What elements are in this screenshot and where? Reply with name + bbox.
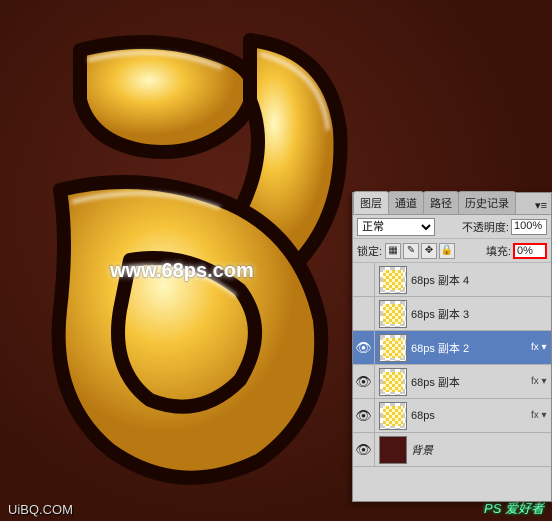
canvas-watermark: www.68ps.com [110,260,254,283]
panel-tabs: 图层 通道 路径 历史记录 ▾≡ [353,193,551,215]
fu-character-artwork [10,10,370,490]
layer-fx-toggle[interactable]: fx ▾ [531,410,551,421]
layer-thumbnail[interactable] [379,368,407,396]
lock-icons-group: ▦ ✎ ✥ 🔒 [385,243,455,259]
opacity-value[interactable]: 100% [511,219,547,235]
lock-pixels-icon[interactable]: ✎ [403,243,419,259]
site-watermark-left: UiBQ.COM [8,502,73,517]
visibility-toggle[interactable]: 👁 [353,365,375,398]
visibility-toggle[interactable]: 👁 [353,399,375,432]
layer-fx-toggle[interactable]: fx ▾ [531,376,551,387]
layer-fx-toggle[interactable]: fx ▾ [531,342,551,353]
eye-icon: 👁 [355,408,372,424]
layer-thumbnail[interactable] [379,402,407,430]
tab-layers[interactable]: 图层 [353,191,389,214]
layer-row[interactable]: 👁 68ps 副本 2fx ▾ [353,331,551,365]
layer-name-label[interactable]: 背景 [411,442,531,458]
layer-thumbnail[interactable] [379,266,407,294]
visibility-toggle[interactable] [353,297,375,330]
lock-all-icon[interactable]: 🔒 [439,243,455,259]
eye-icon: 👁 [355,442,372,458]
layer-row[interactable]: 👁 背景 [353,433,551,467]
layer-row[interactable]: 👁 68psfx ▾ [353,399,551,433]
blend-opacity-row: 正常 不透明度: 100% [353,215,551,239]
layer-name-label[interactable]: 68ps [411,410,531,422]
tab-paths[interactable]: 路径 [423,191,459,214]
visibility-toggle[interactable]: 👁 [353,433,375,466]
eye-icon: 👁 [355,374,372,390]
layer-thumbnail[interactable] [379,334,407,362]
lock-transparency-icon[interactable]: ▦ [385,243,401,259]
fill-value[interactable]: 0% [513,243,547,259]
visibility-toggle[interactable] [353,263,375,296]
layers-panel: 图层 通道 路径 历史记录 ▾≡ 正常 不透明度: 100% 锁定: ▦ ✎ ✥… [352,192,552,502]
layers-list[interactable]: 68ps 副本 468ps 副本 3👁68ps 副本 2fx ▾👁68ps 副本… [353,263,551,491]
layer-name-label[interactable]: 68ps 副本 2 [411,340,531,356]
visibility-toggle[interactable]: 👁 [353,331,375,364]
layer-thumbnail[interactable] [379,300,407,328]
lock-label: 锁定: [357,243,382,259]
layer-thumbnail[interactable] [379,436,407,464]
panel-menu-icon[interactable]: ▾≡ [531,197,551,214]
layer-row[interactable]: 68ps 副本 3 [353,297,551,331]
layer-name-label[interactable]: 68ps 副本 [411,374,531,390]
layer-row[interactable]: 68ps 副本 4 [353,263,551,297]
layer-row[interactable]: 👁 68ps 副本fx ▾ [353,365,551,399]
layer-name-label[interactable]: 68ps 副本 4 [411,272,531,288]
blend-mode-select[interactable]: 正常 [357,218,435,236]
lock-position-icon[interactable]: ✥ [421,243,437,259]
lock-fill-row: 锁定: ▦ ✎ ✥ 🔒 填充: 0% [353,239,551,263]
gold-fu-svg [10,10,370,490]
opacity-label: 不透明度: [462,219,509,235]
eye-icon: 👁 [355,340,372,356]
fill-label: 填充: [486,243,511,259]
tab-history[interactable]: 历史记录 [458,191,516,214]
layer-name-label[interactable]: 68ps 副本 3 [411,306,531,322]
tab-channels[interactable]: 通道 [388,191,424,214]
